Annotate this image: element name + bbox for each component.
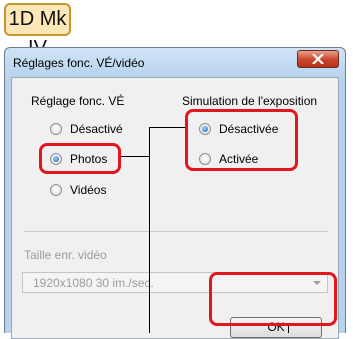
exposure-sim-heading: Simulation de l'exposition	[182, 94, 318, 108]
highlight-exposure-sim	[185, 109, 298, 171]
leader-line	[149, 127, 150, 333]
highlight-photos	[39, 143, 121, 174]
movie-size-label: Taille enr. vidéo	[24, 248, 107, 262]
leader-line	[149, 127, 185, 128]
close-icon	[312, 54, 324, 64]
radio-label-live-view-movies: Vidéos	[70, 183, 107, 197]
highlight-ok	[209, 272, 337, 326]
dialog-title: Réglages fonc. VÉ/vidéo	[13, 56, 145, 70]
leader-line	[121, 156, 150, 157]
close-button[interactable]	[297, 50, 339, 68]
live-view-heading: Réglage fonc. VÉ	[31, 94, 125, 108]
camera-model-badge: 1D Mk IV	[4, 3, 71, 59]
leader-line	[288, 326, 289, 333]
radio-live-view-disabled[interactable]	[50, 123, 62, 135]
movie-size-value: 1920x1080 30 im./sec.	[33, 276, 154, 290]
separator	[24, 231, 328, 232]
radio-live-view-movies[interactable]	[50, 184, 62, 196]
radio-label-live-view-disabled: Désactivé	[70, 122, 123, 136]
